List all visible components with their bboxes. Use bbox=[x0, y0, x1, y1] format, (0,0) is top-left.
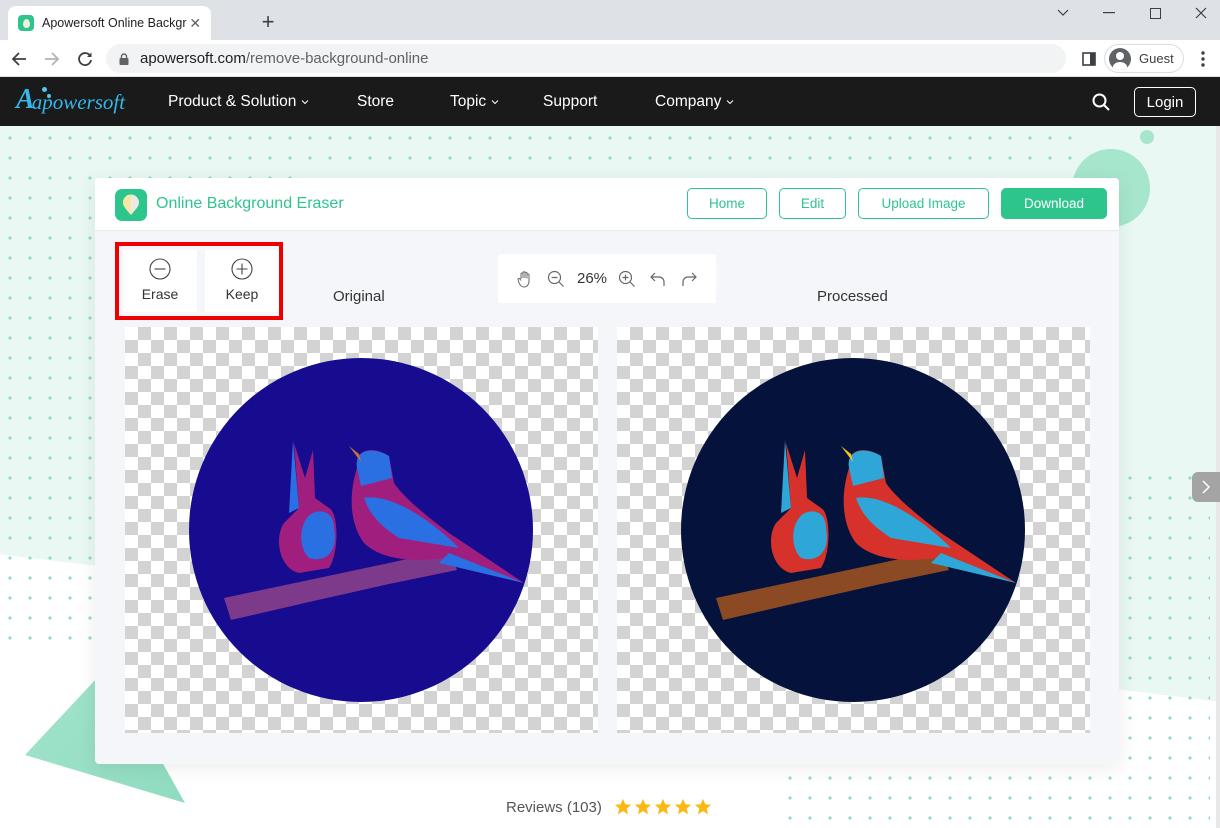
side-panel-icon[interactable] bbox=[1078, 48, 1100, 70]
star-icon bbox=[654, 798, 671, 815]
decorative-circle-small bbox=[1140, 130, 1154, 144]
tab-search-chevron-icon[interactable] bbox=[1040, 0, 1086, 26]
nav-company[interactable]: Company bbox=[655, 77, 734, 126]
plus-circle-icon bbox=[231, 258, 253, 280]
chevron-right-icon bbox=[1202, 480, 1211, 494]
close-window-button[interactable] bbox=[1178, 0, 1220, 26]
maximize-button[interactable] bbox=[1132, 0, 1178, 26]
nav-store[interactable]: Store bbox=[357, 77, 394, 126]
chevron-down-icon bbox=[302, 99, 309, 104]
hand-pan-icon[interactable] bbox=[516, 270, 534, 288]
profile-name: Guest bbox=[1139, 51, 1174, 66]
star-rating bbox=[614, 798, 714, 816]
logo-text: apowersoft bbox=[31, 90, 126, 114]
browser-tab[interactable]: Apowersoft Online Background Eraser ✕ bbox=[8, 6, 211, 40]
browser-toolbar: apowersoft.com/remove-background-online … bbox=[0, 40, 1220, 77]
keep-tool-button[interactable]: Keep bbox=[205, 250, 279, 312]
app-title: Online Background Eraser bbox=[156, 195, 344, 212]
app-logo-icon bbox=[115, 189, 147, 221]
lock-icon bbox=[119, 52, 129, 65]
site-navbar: A apowersoft Product & Solution Store To… bbox=[0, 77, 1220, 126]
nav-label: Store bbox=[357, 92, 395, 110]
url-text: apowersoft.com/remove-background-online bbox=[140, 50, 429, 67]
side-next-button[interactable] bbox=[1192, 472, 1220, 502]
home-button[interactable]: Home bbox=[687, 188, 767, 219]
url-path: /remove-background-online bbox=[245, 50, 429, 67]
erase-label: Erase bbox=[141, 286, 179, 302]
logo-dot bbox=[47, 94, 51, 98]
original-image-panel[interactable] bbox=[125, 327, 598, 733]
nav-support[interactable]: Support bbox=[543, 77, 597, 126]
erase-tool-button[interactable]: Erase bbox=[123, 250, 197, 312]
star-icon bbox=[694, 798, 711, 815]
new-tab-button[interactable]: + bbox=[257, 8, 279, 36]
star-icon bbox=[634, 798, 651, 815]
processed-image-panel[interactable] bbox=[617, 327, 1090, 733]
zoom-out-icon[interactable] bbox=[547, 270, 565, 288]
nav-label: Topic bbox=[450, 92, 487, 110]
url-host: apowersoft.com bbox=[140, 50, 246, 67]
brush-tools-highlight: Erase Keep bbox=[115, 242, 283, 320]
tab-close-icon[interactable]: ✕ bbox=[187, 15, 203, 32]
apowersoft-favicon-icon bbox=[18, 15, 34, 31]
minus-circle-icon bbox=[149, 258, 171, 280]
nav-label: Support bbox=[543, 92, 598, 110]
nav-label: Product & Solution bbox=[168, 92, 297, 110]
original-label: Original bbox=[333, 288, 385, 305]
upload-image-button[interactable]: Upload Image bbox=[858, 188, 989, 219]
edit-button[interactable]: Edit bbox=[779, 188, 846, 219]
app-header: Online Background Eraser Home Edit Uploa… bbox=[95, 178, 1119, 231]
logo-initial: A bbox=[16, 84, 35, 115]
browser-menu-kebab-icon[interactable] bbox=[1192, 48, 1214, 70]
back-arrow-icon[interactable] bbox=[8, 48, 30, 70]
browser-tabstrip: Apowersoft Online Background Eraser ✕ + bbox=[0, 0, 1220, 40]
chevron-down-icon bbox=[491, 99, 499, 104]
profile-button[interactable]: Guest bbox=[1104, 44, 1184, 73]
minimize-button[interactable] bbox=[1086, 0, 1132, 26]
zoom-level: 26% bbox=[577, 270, 608, 287]
zoom-in-icon[interactable] bbox=[618, 270, 636, 288]
reviews-summary: Reviews (103) bbox=[506, 798, 714, 816]
keep-label: Keep bbox=[225, 286, 259, 302]
reviews-count[interactable]: Reviews (103) bbox=[506, 799, 602, 816]
original-image bbox=[189, 358, 533, 702]
tab-title: Apowersoft Online Background Eraser bbox=[42, 16, 187, 30]
redo-icon[interactable] bbox=[680, 270, 698, 288]
star-icon bbox=[674, 798, 691, 815]
address-bar[interactable]: apowersoft.com/remove-background-online bbox=[106, 44, 1066, 73]
logo-dot bbox=[42, 87, 47, 92]
login-button[interactable]: Login bbox=[1134, 87, 1196, 117]
forward-arrow-icon[interactable] bbox=[41, 48, 63, 70]
dot-pattern bbox=[780, 768, 1120, 828]
nav-label: Company bbox=[655, 92, 722, 110]
nav-topic[interactable]: Topic bbox=[450, 77, 499, 126]
view-toolbar: 26% bbox=[498, 254, 716, 303]
nav-product-solution[interactable]: Product & Solution bbox=[168, 77, 309, 126]
profile-avatar-icon bbox=[1109, 47, 1131, 70]
star-icon bbox=[614, 798, 631, 815]
search-icon[interactable] bbox=[1091, 92, 1111, 112]
download-button[interactable]: Download bbox=[1001, 188, 1107, 219]
reload-icon[interactable] bbox=[74, 48, 96, 70]
dot-pattern bbox=[300, 128, 1080, 172]
processed-image bbox=[681, 358, 1025, 702]
undo-icon[interactable] bbox=[649, 270, 667, 288]
dot-pattern bbox=[1120, 468, 1210, 828]
apowersoft-logo[interactable]: A apowersoft bbox=[16, 85, 125, 115]
processed-label: Processed bbox=[817, 288, 888, 305]
chevron-down-icon bbox=[726, 99, 734, 104]
background-eraser-app: Online Background Eraser Home Edit Uploa… bbox=[95, 178, 1119, 764]
